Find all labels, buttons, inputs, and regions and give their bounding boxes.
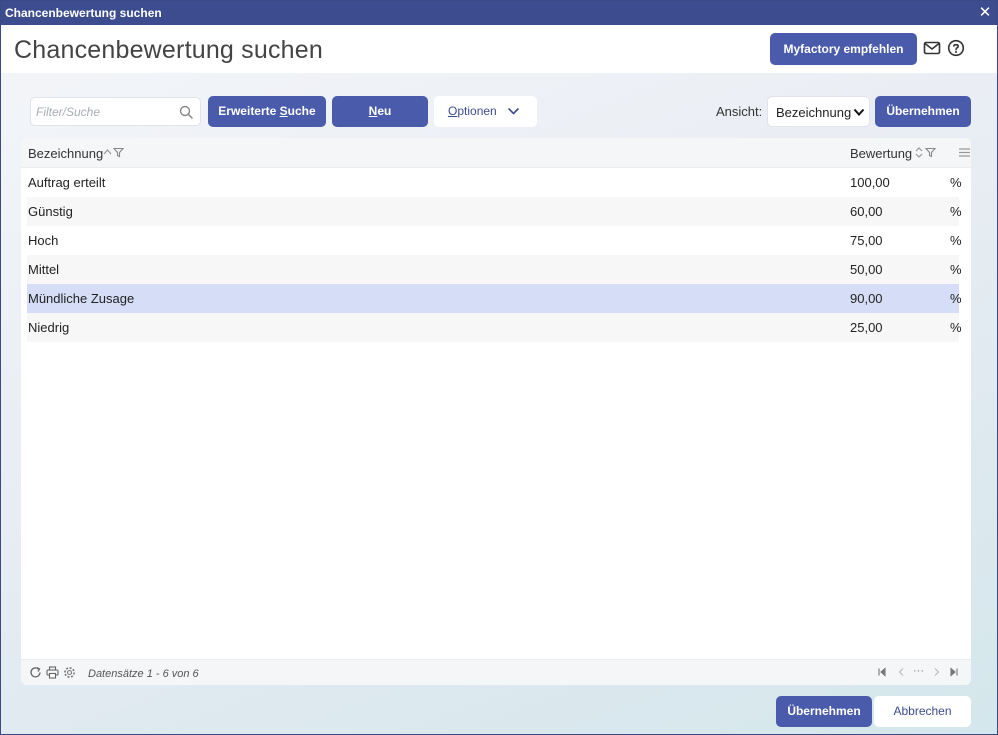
options-hotkey: O (448, 104, 458, 118)
chevron-down-icon (853, 108, 865, 116)
extended-search-hotkey: S (279, 104, 288, 118)
search-input[interactable] (31, 98, 171, 125)
extended-search-button[interactable]: Erweiterte Suche (208, 96, 326, 127)
apply-view-button[interactable]: Übernehmen (875, 96, 971, 127)
cell-bezeichnung: Hoch (28, 233, 59, 248)
window-titlebar: Chancenbewertung suchen ✕ (1, 1, 997, 25)
grid-header: Bezeichnung Bewertung (21, 138, 971, 168)
cancel-button[interactable]: Abbrechen (874, 696, 971, 727)
cell-bewertung: 25,00 (850, 320, 883, 335)
window-title: Chancenbewertung suchen (5, 6, 162, 20)
sort-asc-icon[interactable] (103, 148, 112, 156)
view-select[interactable]: Bezeichnung (767, 96, 870, 127)
help-icon[interactable] (947, 39, 965, 57)
grid-footer: Datensätze 1 - 6 von 6 ··· (21, 659, 971, 685)
cell-unit: % (950, 291, 962, 306)
cell-bezeichnung: Mündliche Zusage (28, 291, 135, 306)
cell-bezeichnung: Günstig (28, 204, 73, 219)
table-row[interactable]: Niedrig 25,00 % (27, 313, 962, 342)
cell-bewertung: 100,00 (850, 175, 890, 190)
cell-bewertung: 60,00 (850, 204, 883, 219)
search-field[interactable] (30, 97, 201, 126)
table-row[interactable]: Günstig 60,00 % (27, 197, 962, 226)
new-button[interactable]: Neu (332, 96, 428, 127)
search-icon[interactable] (179, 105, 193, 119)
table-row[interactable]: Auftrag erteilt 100,00 % (27, 168, 962, 197)
cell-bezeichnung: Niedrig (28, 320, 70, 335)
filter-icon[interactable] (925, 147, 936, 158)
cell-unit: % (950, 175, 962, 190)
column-header-bewertung[interactable]: Bewertung (850, 146, 912, 161)
refresh-icon[interactable] (29, 666, 42, 679)
first-page-icon[interactable] (876, 666, 888, 678)
records-count: Datensätze 1 - 6 von 6 (88, 668, 199, 680)
data-grid: Bezeichnung Bewertung Auftrag erteilt 10… (21, 138, 971, 685)
prev-page-icon[interactable] (895, 666, 907, 678)
table-row-selected[interactable]: Mündliche Zusage 90,00 % (27, 284, 962, 313)
cell-bewertung: 90,00 (850, 291, 883, 306)
column-menu-icon[interactable] (959, 148, 970, 157)
chevron-down-icon (507, 107, 520, 115)
options-label: ptionen (457, 104, 497, 118)
cell-unit: % (950, 262, 962, 277)
print-icon[interactable] (46, 666, 59, 679)
recommend-button[interactable]: Myfactory empfehlen (770, 33, 917, 65)
table-row[interactable]: Mittel 50,00 % (27, 255, 962, 284)
mail-icon[interactable] (923, 39, 941, 57)
dialog-window: Chancenbewertung suchen ✕ Chancenbewertu… (0, 0, 998, 735)
cell-bezeichnung: Auftrag erteilt (28, 175, 106, 190)
sort-both-icon[interactable] (915, 146, 923, 159)
pager-ellipsis[interactable]: ··· (913, 665, 924, 677)
cell-unit: % (950, 233, 962, 248)
page-title: Chancenbewertung suchen (14, 36, 323, 64)
table-row[interactable]: Hoch 75,00 % (27, 226, 962, 255)
next-page-icon[interactable] (931, 666, 943, 678)
cell-bewertung: 50,00 (850, 262, 883, 277)
view-select-value: Bezeichnung (776, 105, 852, 120)
close-icon[interactable]: ✕ (977, 1, 993, 25)
cell-unit: % (950, 320, 962, 335)
options-button[interactable]: Optionen (434, 96, 537, 127)
column-header-bezeichnung[interactable]: Bezeichnung (28, 146, 103, 161)
new-label: eu (377, 104, 392, 118)
apply-button[interactable]: Übernehmen (776, 696, 872, 727)
cell-unit: % (950, 204, 962, 219)
settings-icon[interactable] (63, 666, 76, 679)
page-header: Chancenbewertung suchen Myfactory empfeh… (1, 25, 997, 73)
last-page-icon[interactable] (948, 666, 960, 678)
cell-bezeichnung: Mittel (28, 262, 60, 277)
extended-search-label-end: uche (287, 104, 316, 118)
extended-search-label: Erweiterte (218, 104, 280, 118)
view-label: Ansicht: (716, 104, 763, 119)
filter-icon[interactable] (113, 147, 124, 158)
cell-bewertung: 75,00 (850, 233, 883, 248)
